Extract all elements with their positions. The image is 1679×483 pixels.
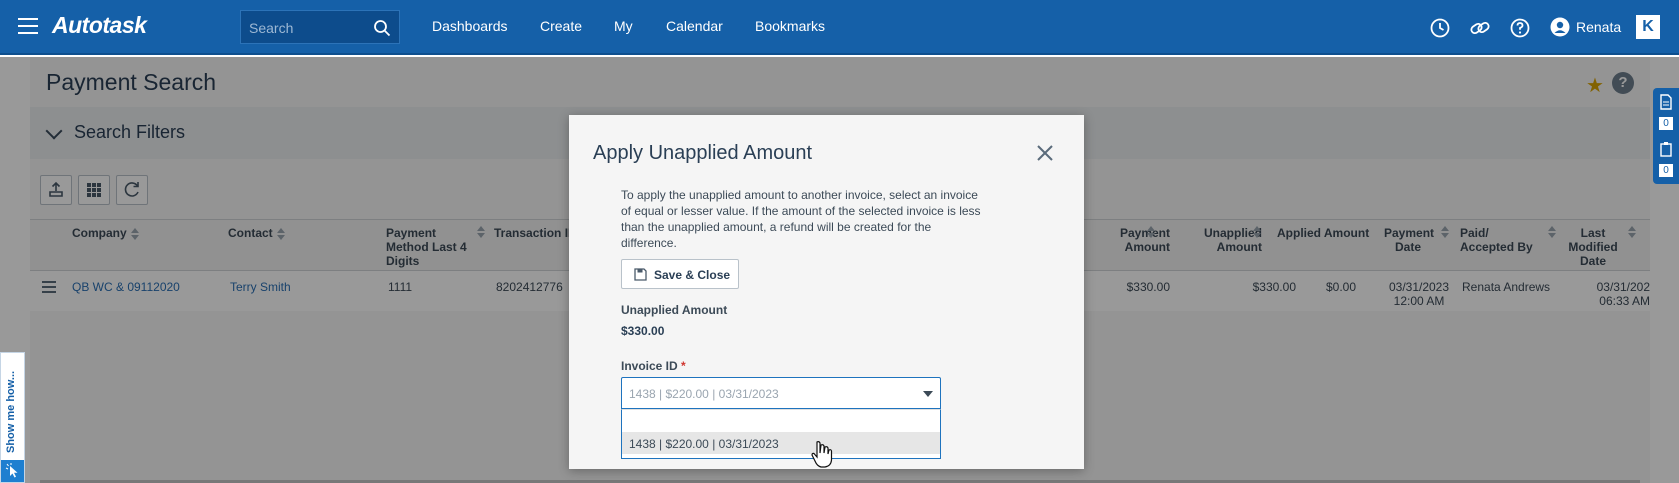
top-nav-bar: Autotask Search Dashboards Create My Cal… bbox=[0, 0, 1679, 55]
search-placeholder: Search bbox=[249, 20, 294, 36]
show-me-how-label: Show me how... bbox=[5, 370, 17, 453]
close-icon[interactable] bbox=[1035, 143, 1055, 163]
clock-icon[interactable] bbox=[1429, 17, 1451, 39]
dialog-description: To apply the unapplied amount to another… bbox=[621, 188, 981, 250]
hamburger-menu-icon[interactable] bbox=[18, 18, 38, 34]
nav-bookmarks[interactable]: Bookmarks bbox=[755, 18, 825, 34]
link-icon[interactable] bbox=[1469, 17, 1491, 39]
document-count-badge: 0 bbox=[1659, 117, 1673, 130]
unapplied-amount-label: Unapplied Amount bbox=[621, 303, 728, 317]
dialog-title: Apply Unapplied Amount bbox=[593, 142, 813, 164]
pointer-click-icon[interactable] bbox=[1, 460, 24, 482]
nav-calendar[interactable]: Calendar bbox=[666, 18, 723, 34]
global-search-input[interactable]: Search bbox=[240, 10, 400, 44]
autotask-logo[interactable]: Autotask bbox=[52, 12, 147, 39]
clipboard-icon[interactable] bbox=[1659, 141, 1673, 157]
hand-cursor-icon bbox=[811, 441, 833, 468]
side-quick-panel: 0 0 bbox=[1653, 88, 1679, 184]
user-avatar-icon bbox=[1550, 17, 1570, 37]
nav-my[interactable]: My bbox=[614, 18, 633, 34]
invoice-id-label: Invoice ID * bbox=[621, 359, 686, 373]
save-icon bbox=[634, 268, 647, 281]
invoice-id-select[interactable]: 1438 | $220.00 | 03/31/2023 bbox=[621, 377, 941, 409]
invoice-options-list: 1438 | $220.00 | 03/31/2023 bbox=[621, 409, 941, 459]
nav-create[interactable]: Create bbox=[540, 18, 582, 34]
apply-unapplied-amount-dialog: Apply Unapplied Amount To apply the unap… bbox=[569, 115, 1084, 469]
required-marker: * bbox=[681, 359, 686, 373]
invoice-selected-value: 1438 | $220.00 | 03/31/2023 bbox=[629, 387, 779, 401]
document-icon[interactable] bbox=[1659, 94, 1673, 110]
dropdown-caret-icon[interactable] bbox=[923, 391, 933, 397]
user-menu[interactable]: Renata bbox=[1550, 17, 1621, 37]
unapplied-amount-value: $330.00 bbox=[621, 324, 665, 338]
clipboard-count-badge: 0 bbox=[1659, 164, 1673, 177]
kaseya-tile-icon[interactable]: K bbox=[1636, 15, 1660, 39]
show-me-how-tab[interactable]: Show me how... bbox=[0, 352, 25, 483]
invoice-option[interactable]: 1438 | $220.00 | 03/31/2023 bbox=[622, 432, 940, 454]
save-close-button[interactable]: Save & Close bbox=[621, 259, 739, 289]
nav-dashboards[interactable]: Dashboards bbox=[432, 18, 508, 34]
save-close-label: Save & Close bbox=[654, 268, 731, 282]
search-icon[interactable] bbox=[373, 19, 391, 37]
user-name: Renata bbox=[1576, 19, 1622, 35]
help-icon[interactable] bbox=[1509, 17, 1531, 39]
